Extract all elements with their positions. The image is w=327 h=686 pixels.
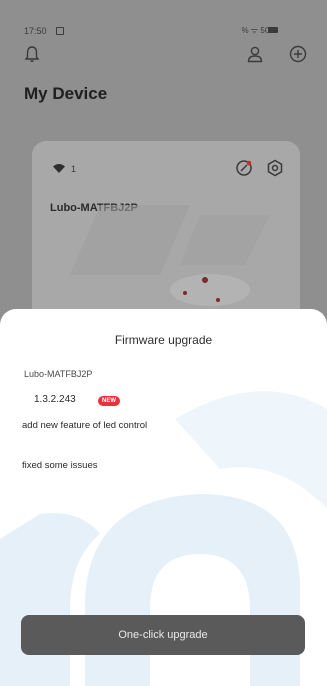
battery-icon	[268, 27, 278, 33]
firmware-upgrade-sheet: Firmware upgrade Lubo-MATFBJ2P 1.3.2.243…	[0, 309, 327, 686]
status-indicators: % ᯤ 5G	[241, 26, 271, 35]
add-device-icon[interactable]	[289, 45, 307, 63]
wifi-icon	[53, 164, 65, 173]
device-illustration	[70, 205, 270, 306]
status-bar: 17:50 % ᯤ 5G	[0, 0, 327, 40]
notification-icon	[56, 27, 64, 35]
status-time: 17:50	[24, 26, 47, 36]
firmware-version: 1.3.2.243	[34, 394, 76, 405]
page-title: My Device	[24, 84, 108, 103]
sheet-title: Firmware upgrade	[114, 333, 213, 347]
bell-icon[interactable]	[24, 45, 40, 63]
release-note: add new feature of led control	[22, 420, 148, 431]
settings-icon[interactable]	[266, 159, 284, 177]
release-note: fixed some issues	[22, 460, 98, 471]
new-badge: NEW	[98, 396, 120, 406]
one-click-upgrade-button[interactable]: One-click upgrade	[21, 615, 305, 655]
user-icon[interactable]	[246, 45, 264, 63]
wifi-count: 1	[71, 164, 77, 174]
edit-icon[interactable]	[235, 159, 253, 177]
app-screen: 17:50 % ᯤ 5G My Device 1 Lubo-MATFBJ2P F…	[0, 0, 327, 686]
sheet-device-name: Lubo-MATFBJ2P	[24, 369, 93, 379]
